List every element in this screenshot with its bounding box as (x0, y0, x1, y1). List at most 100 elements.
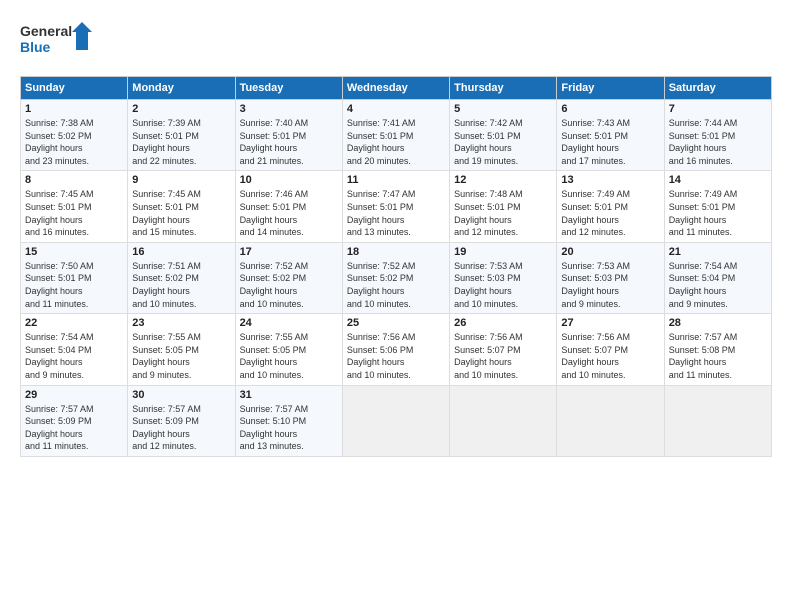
calendar-cell: 12 Sunrise: 7:48 AMSunset: 5:01 PMDayligh… (450, 171, 557, 242)
day-info: Sunrise: 7:44 AMSunset: 5:01 PMDaylight … (669, 117, 767, 167)
calendar-cell: 2 Sunrise: 7:39 AMSunset: 5:01 PMDaylight… (128, 100, 235, 171)
day-info: Sunrise: 7:49 AMSunset: 5:01 PMDaylight … (561, 188, 659, 238)
calendar-cell: 4 Sunrise: 7:41 AMSunset: 5:01 PMDaylight… (342, 100, 449, 171)
day-info: Sunrise: 7:57 AMSunset: 5:08 PMDaylight … (669, 331, 767, 381)
calendar-week-row: 8 Sunrise: 7:45 AMSunset: 5:01 PMDaylight… (21, 171, 772, 242)
day-info: Sunrise: 7:50 AMSunset: 5:01 PMDaylight … (25, 260, 123, 310)
day-number: 15 (25, 246, 123, 258)
calendar-cell: 5 Sunrise: 7:42 AMSunset: 5:01 PMDaylight… (450, 100, 557, 171)
calendar-cell: 17 Sunrise: 7:52 AMSunset: 5:02 PMDayligh… (235, 242, 342, 313)
day-number: 26 (454, 317, 552, 329)
weekday-header-tuesday: Tuesday (235, 77, 342, 100)
day-number: 29 (25, 389, 123, 401)
day-number: 6 (561, 103, 659, 115)
weekday-header-sunday: Sunday (21, 77, 128, 100)
day-number: 4 (347, 103, 445, 115)
calendar-cell: 10Sunrise: 7:46 AMSunset: 5:01 PMDayligh… (235, 171, 342, 242)
calendar-cell: 9 Sunrise: 7:45 AMSunset: 5:01 PMDaylight… (128, 171, 235, 242)
calendar-cell: 6 Sunrise: 7:43 AMSunset: 5:01 PMDaylight… (557, 100, 664, 171)
day-number: 8 (25, 174, 123, 186)
calendar-cell (557, 385, 664, 456)
day-number: 24 (240, 317, 338, 329)
calendar-cell: 15 Sunrise: 7:50 AMSunset: 5:01 PMDayligh… (21, 242, 128, 313)
logo-svg: General Blue (20, 18, 100, 66)
day-info: Sunrise: 7:55 AMSunset: 5:05 PMDaylight … (240, 331, 338, 381)
calendar-cell: 27Sunrise: 7:56 AMSunset: 5:07 PMDayligh… (557, 314, 664, 385)
weekday-header-monday: Monday (128, 77, 235, 100)
day-number: 13 (561, 174, 659, 186)
day-info: Sunrise: 7:48 AMSunset: 5:01 PMDaylight … (454, 188, 552, 238)
day-number: 10 (240, 174, 338, 186)
calendar-cell: 30Sunrise: 7:57 AMSunset: 5:09 PMDayligh… (128, 385, 235, 456)
calendar-cell (664, 385, 771, 456)
calendar-table: SundayMondayTuesdayWednesdayThursdayFrid… (20, 76, 772, 457)
day-number: 2 (132, 103, 230, 115)
day-number: 17 (240, 246, 338, 258)
calendar-cell: 1 Sunrise: 7:38 AMSunset: 5:02 PMDaylight… (21, 100, 128, 171)
calendar-cell (342, 385, 449, 456)
svg-text:General: General (20, 23, 72, 39)
calendar-cell: 21Sunrise: 7:54 AMSunset: 5:04 PMDayligh… (664, 242, 771, 313)
day-number: 18 (347, 246, 445, 258)
calendar-cell: 3 Sunrise: 7:40 AMSunset: 5:01 PMDaylight… (235, 100, 342, 171)
day-number: 25 (347, 317, 445, 329)
day-number: 16 (132, 246, 230, 258)
calendar-cell: 16 Sunrise: 7:51 AMSunset: 5:02 PMDayligh… (128, 242, 235, 313)
day-number: 12 (454, 174, 552, 186)
calendar-week-row: 29 Sunrise: 7:57 AMSunset: 5:09 PMDayligh… (21, 385, 772, 456)
day-info: Sunrise: 7:40 AMSunset: 5:01 PMDaylight … (240, 117, 338, 167)
calendar-cell: 28Sunrise: 7:57 AMSunset: 5:08 PMDayligh… (664, 314, 771, 385)
day-number: 23 (132, 317, 230, 329)
day-info: Sunrise: 7:51 AMSunset: 5:02 PMDaylight … (132, 260, 230, 310)
day-number: 9 (132, 174, 230, 186)
day-info: Sunrise: 7:54 AMSunset: 5:04 PMDaylight … (25, 331, 123, 381)
day-number: 3 (240, 103, 338, 115)
day-info: Sunrise: 7:56 AMSunset: 5:07 PMDaylight … (454, 331, 552, 381)
calendar-cell: 26 Sunrise: 7:56 AMSunset: 5:07 PMDayligh… (450, 314, 557, 385)
day-info: Sunrise: 7:39 AMSunset: 5:01 PMDaylight … (132, 117, 230, 167)
calendar-cell (450, 385, 557, 456)
calendar-week-row: 15 Sunrise: 7:50 AMSunset: 5:01 PMDayligh… (21, 242, 772, 313)
calendar-cell: 22 Sunrise: 7:54 AMSunset: 5:04 PMDayligh… (21, 314, 128, 385)
logo: General Blue (20, 18, 100, 66)
weekday-header-saturday: Saturday (664, 77, 771, 100)
day-info: Sunrise: 7:47 AMSunset: 5:01 PMDaylight … (347, 188, 445, 238)
day-number: 7 (669, 103, 767, 115)
day-info: Sunrise: 7:38 AMSunset: 5:02 PMDaylight … (25, 117, 123, 167)
day-info: Sunrise: 7:56 AMSunset: 5:07 PMDaylight … (561, 331, 659, 381)
day-number: 31 (240, 389, 338, 401)
day-info: Sunrise: 7:52 AMSunset: 5:02 PMDaylight … (240, 260, 338, 310)
day-number: 1 (25, 103, 123, 115)
day-number: 20 (561, 246, 659, 258)
day-info: Sunrise: 7:57 AMSunset: 5:09 PMDaylight … (25, 403, 123, 453)
weekday-header-wednesday: Wednesday (342, 77, 449, 100)
day-info: Sunrise: 7:42 AMSunset: 5:01 PMDaylight … (454, 117, 552, 167)
day-number: 22 (25, 317, 123, 329)
day-info: Sunrise: 7:45 AMSunset: 5:01 PMDaylight … (25, 188, 123, 238)
day-info: Sunrise: 7:53 AMSunset: 5:03 PMDaylight … (454, 260, 552, 310)
day-info: Sunrise: 7:45 AMSunset: 5:01 PMDaylight … (132, 188, 230, 238)
day-info: Sunrise: 7:41 AMSunset: 5:01 PMDaylight … (347, 117, 445, 167)
calendar-cell: 19 Sunrise: 7:53 AMSunset: 5:03 PMDayligh… (450, 242, 557, 313)
day-number: 19 (454, 246, 552, 258)
weekday-header-friday: Friday (557, 77, 664, 100)
header: General Blue (20, 18, 772, 66)
calendar-week-row: 22 Sunrise: 7:54 AMSunset: 5:04 PMDayligh… (21, 314, 772, 385)
day-info: Sunrise: 7:53 AMSunset: 5:03 PMDaylight … (561, 260, 659, 310)
calendar-cell: 31Sunrise: 7:57 AMSunset: 5:10 PMDayligh… (235, 385, 342, 456)
calendar-cell: 7 Sunrise: 7:44 AMSunset: 5:01 PMDaylight… (664, 100, 771, 171)
day-info: Sunrise: 7:55 AMSunset: 5:05 PMDaylight … (132, 331, 230, 381)
calendar-cell: 20 Sunrise: 7:53 AMSunset: 5:03 PMDayligh… (557, 242, 664, 313)
day-info: Sunrise: 7:56 AMSunset: 5:06 PMDaylight … (347, 331, 445, 381)
day-info: Sunrise: 7:57 AMSunset: 5:09 PMDaylight … (132, 403, 230, 453)
day-info: Sunrise: 7:54 AMSunset: 5:04 PMDaylight … (669, 260, 767, 310)
page: General Blue SundayMondayTuesdayWednesda… (0, 0, 792, 467)
weekday-header-thursday: Thursday (450, 77, 557, 100)
day-number: 5 (454, 103, 552, 115)
day-info: Sunrise: 7:43 AMSunset: 5:01 PMDaylight … (561, 117, 659, 167)
day-number: 14 (669, 174, 767, 186)
calendar-cell: 24 Sunrise: 7:55 AMSunset: 5:05 PMDayligh… (235, 314, 342, 385)
calendar-cell: 8 Sunrise: 7:45 AMSunset: 5:01 PMDaylight… (21, 171, 128, 242)
calendar-cell: 25 Sunrise: 7:56 AMSunset: 5:06 PMDayligh… (342, 314, 449, 385)
calendar-cell: 23 Sunrise: 7:55 AMSunset: 5:05 PMDayligh… (128, 314, 235, 385)
